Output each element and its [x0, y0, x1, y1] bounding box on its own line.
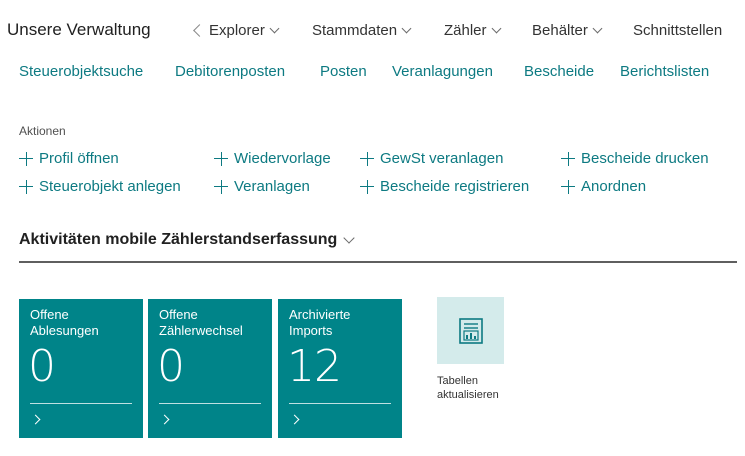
section-header[interactable]: Aktivitäten mobile Zählerstandserfassung: [19, 231, 355, 249]
menu-stammdaten[interactable]: Stammdaten: [312, 22, 412, 39]
top-navigation: Unsere Verwaltung Explorer Stammdaten Zä…: [0, 0, 745, 56]
tile-title: Offene Ablesungen: [30, 307, 99, 338]
app-title: Unsere Verwaltung: [7, 20, 151, 39]
section-title: Aktivitäten mobile Zählerstandserfassung: [19, 231, 338, 248]
tile-divider: [30, 403, 132, 404]
menu-behaelter-label: Behälter: [532, 22, 588, 39]
menu-behaelter[interactable]: Behälter: [532, 22, 603, 39]
action-anordnen[interactable]: Anordnen: [561, 178, 646, 195]
action-label: Bescheide drucken: [581, 150, 709, 167]
chevron-right-icon[interactable]: [289, 414, 300, 425]
action-label: GewSt veranlagen: [380, 150, 504, 167]
chevron-down-icon: [269, 23, 280, 34]
menu-explorer[interactable]: Explorer: [193, 22, 280, 39]
chevron-down-icon: [491, 23, 501, 34]
tile-offene-zaehlerwechsel[interactable]: Offene Zählerwechsel 0: [148, 299, 272, 438]
action-label: Profil öffnen: [39, 150, 119, 167]
plus-icon: [19, 179, 33, 194]
report-refresh-icon: [458, 317, 483, 344]
back-chevron-icon[interactable]: [193, 24, 206, 37]
refresh-icon-box[interactable]: [437, 297, 504, 364]
action-steuerobjekt-anlegen[interactable]: Steuerobjekt anlegen: [19, 178, 181, 195]
action-label: Bescheide registrieren: [380, 178, 530, 195]
chevron-right-icon[interactable]: [159, 414, 170, 425]
tile-value: 0: [157, 341, 185, 392]
tile-value: 12: [287, 341, 342, 392]
menu-schnittstellen-label: Schnittstellen: [633, 22, 723, 39]
action-label: Wiedervorlage: [234, 150, 331, 167]
plus-icon: [561, 179, 575, 194]
nav-berichtslisten[interactable]: Berichtslisten: [620, 63, 709, 80]
plus-icon: [214, 179, 228, 194]
plus-icon: [214, 151, 228, 166]
refresh-label: Tabellen aktualisieren: [437, 375, 499, 401]
nav-debitorenposten[interactable]: Debitorenposten: [175, 63, 285, 80]
tile-value: 0: [28, 341, 56, 392]
action-bescheide-registrieren[interactable]: Bescheide registrieren: [360, 178, 529, 195]
nav-steuerobjektsuche[interactable]: Steuerobjektsuche: [19, 63, 143, 80]
section-divider: [19, 261, 737, 263]
tile-divider: [159, 403, 261, 404]
action-label: Anordnen: [581, 178, 647, 195]
plus-icon: [19, 151, 33, 166]
menu-zaehler-label: Zähler: [444, 22, 487, 39]
tile-title: Archivierte Imports: [289, 307, 351, 338]
action-wiedervorlage[interactable]: Wiedervorlage: [214, 150, 331, 167]
action-profil-oeffnen[interactable]: Profil öffnen: [19, 150, 119, 167]
menu-explorer-label: Explorer: [209, 22, 265, 39]
nav-bescheide[interactable]: Bescheide: [524, 63, 594, 80]
tile-archivierte-imports[interactable]: Archivierte Imports 12: [278, 299, 402, 438]
chevron-down-icon: [343, 231, 355, 244]
action-label: Veranlagen: [234, 178, 310, 195]
plus-icon: [360, 151, 374, 166]
plus-icon: [360, 179, 374, 194]
actions-heading: Aktionen: [19, 124, 66, 138]
chevron-down-icon: [401, 23, 412, 34]
tile-divider: [289, 403, 391, 404]
nav-veranlagungen[interactable]: Veranlagungen: [392, 63, 493, 80]
menu-stammdaten-label: Stammdaten: [312, 22, 398, 39]
menu-schnittstellen[interactable]: Schnittstellen: [633, 22, 722, 39]
chevron-down-icon: [592, 23, 603, 34]
tile-title: Offene Zählerwechsel: [159, 307, 243, 338]
nav-posten[interactable]: Posten: [320, 63, 367, 80]
menu-zaehler[interactable]: Zähler: [444, 22, 501, 39]
action-label: Steuerobjekt anlegen: [39, 178, 181, 195]
tile-offene-ablesungen[interactable]: Offene Ablesungen 0: [19, 299, 143, 438]
action-veranlagen[interactable]: Veranlagen: [214, 178, 310, 195]
plus-icon: [561, 151, 575, 166]
refresh-tables-button[interactable]: Tabellen aktualisieren: [437, 297, 504, 402]
chevron-right-icon[interactable]: [30, 414, 41, 425]
action-bescheide-drucken[interactable]: Bescheide drucken: [561, 150, 709, 167]
action-gewst-veranlagen[interactable]: GewSt veranlagen: [360, 150, 503, 167]
